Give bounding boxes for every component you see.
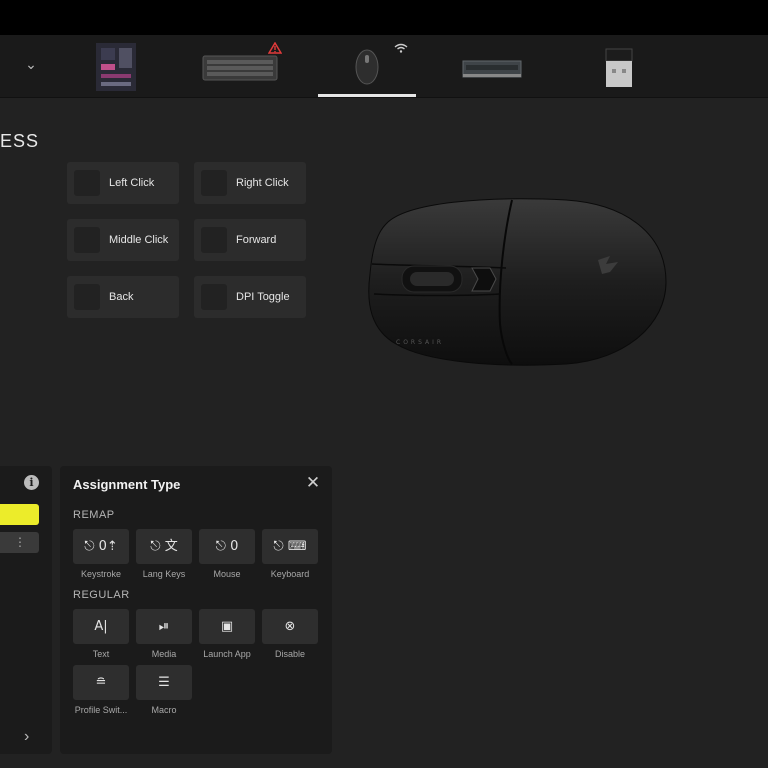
- tile-caption: Text: [92, 649, 110, 659]
- disable-icon: ⊗: [284, 619, 296, 634]
- tile-profile-switch[interactable]: ≘: [73, 665, 129, 700]
- page-title: ESS: [0, 131, 40, 151]
- close-icon[interactable]: ✕: [304, 474, 322, 492]
- macro-icon: ☰: [158, 675, 170, 690]
- ram-icon: [462, 60, 522, 78]
- tile-caption: Media: [151, 649, 177, 659]
- tile-disable[interactable]: ⊗: [262, 609, 318, 644]
- motherboard-icon: [96, 43, 136, 91]
- tile-caption: Lang Keys: [142, 569, 186, 579]
- tile-caption: Launch App: [203, 649, 251, 659]
- info-icon[interactable]: i: [24, 475, 39, 490]
- key-label: Middle Click: [109, 234, 169, 246]
- key-label: Forward: [236, 234, 277, 246]
- mouse-icon: [355, 49, 379, 85]
- regular-label: REGULAR: [73, 589, 130, 601]
- mouse-image: CORSAIR: [368, 198, 667, 366]
- key-color-swatch: [201, 170, 227, 196]
- tile-caption: Mouse: [213, 569, 241, 579]
- tile-keyboard[interactable]: ⎋ ⌨: [262, 529, 318, 564]
- remap-label: REMAP: [73, 509, 115, 521]
- tile-lang-keys[interactable]: ⎋ 文: [136, 529, 192, 564]
- more-vertical-icon: ⋮: [14, 535, 26, 549]
- text-icon: A|: [94, 619, 108, 634]
- tile-macro[interactable]: ☰: [136, 665, 192, 700]
- key-left-click[interactable]: Left Click: [67, 162, 179, 204]
- media-icon: ⏯: [158, 619, 170, 634]
- tile-launch-app[interactable]: ▣: [199, 609, 255, 644]
- profile-switch-icon: ≘: [95, 675, 107, 690]
- tile-caption: Keyboard: [270, 569, 310, 579]
- device-motherboard[interactable]: [88, 35, 144, 97]
- device-bar: ⌄: [0, 35, 768, 98]
- color-swatch-yellow[interactable]: [0, 504, 39, 525]
- usb-dongle-icon: [605, 48, 633, 87]
- tile-caption: Macro: [151, 705, 177, 715]
- lang-keys-icon: ⎋ 文: [150, 539, 178, 554]
- tile-text[interactable]: A|: [73, 609, 129, 644]
- chevron-down-icon[interactable]: ⌄: [22, 55, 40, 73]
- key-label: DPI Toggle: [236, 291, 290, 303]
- key-back[interactable]: Back: [67, 276, 179, 318]
- key-label: Back: [109, 291, 134, 303]
- tile-caption: Disable: [274, 649, 305, 659]
- key-label: Left Click: [109, 177, 155, 189]
- warning-icon: [268, 42, 282, 54]
- key-color-swatch: [74, 284, 100, 310]
- options-button[interactable]: ⋮: [0, 532, 39, 553]
- key-color-swatch: [74, 227, 100, 253]
- key-middle-click[interactable]: Middle Click: [67, 219, 179, 261]
- key-right-click[interactable]: Right Click: [194, 162, 306, 204]
- keyboard-icon: [202, 55, 278, 81]
- device-memory[interactable]: [458, 35, 526, 97]
- title-bar: [0, 0, 768, 35]
- key-dpi-toggle[interactable]: DPI Toggle: [194, 276, 306, 318]
- svg-text:CORSAIR: CORSAIR: [396, 339, 444, 346]
- panel-title: Assignment Type: [73, 477, 181, 492]
- mouse-remap-icon: ⎋ 0: [215, 539, 239, 554]
- key-color-swatch: [201, 227, 227, 253]
- assignment-type-panel: Assignment Type ✕ REMAP ⎋ 0⇡ Keystroke ⎋…: [60, 466, 332, 754]
- key-color-swatch: [74, 170, 100, 196]
- device-dongle[interactable]: [596, 35, 642, 97]
- tile-keystroke[interactable]: ⎋ 0⇡: [73, 529, 129, 564]
- key-label: Right Click: [236, 177, 289, 189]
- lighting-panel: i ⋮ ›: [0, 466, 52, 754]
- tile-caption: Keystroke: [80, 569, 122, 579]
- key-color-swatch: [201, 284, 227, 310]
- tile-mouse[interactable]: ⎋ 0: [199, 529, 255, 564]
- keyboard-remap-icon: ⎋ ⌨: [273, 539, 307, 554]
- key-forward[interactable]: Forward: [194, 219, 306, 261]
- tile-media[interactable]: ⏯: [136, 609, 192, 644]
- chevron-right-icon[interactable]: ›: [24, 728, 29, 746]
- wifi-icon: [394, 43, 408, 53]
- tile-caption: Profile Swit...: [74, 705, 128, 715]
- launch-app-icon: ▣: [220, 619, 234, 634]
- keystroke-icon: ⎋ 0⇡: [84, 539, 118, 554]
